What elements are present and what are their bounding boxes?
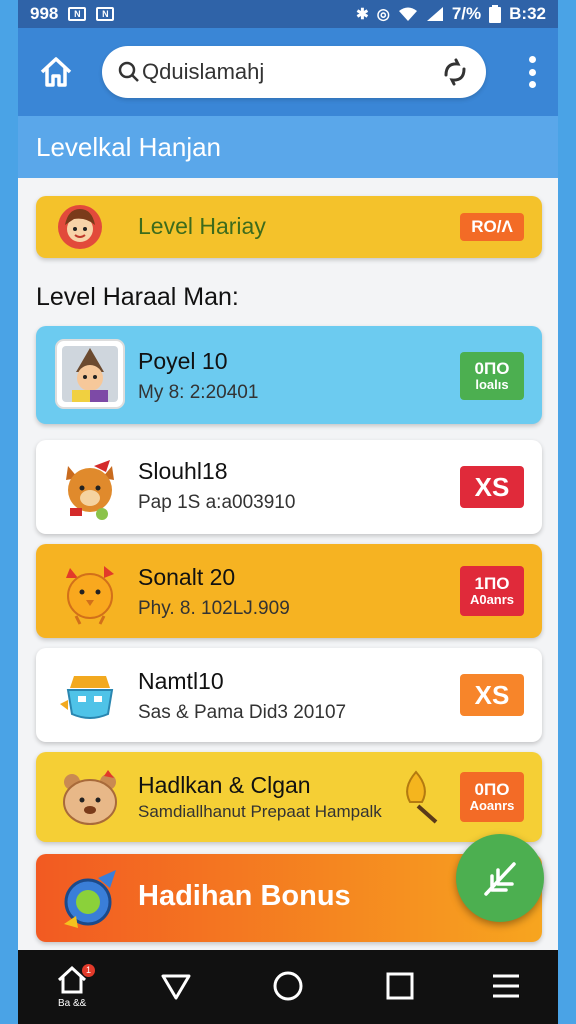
character-avatar-icon [55,339,125,409]
search-icon [118,61,139,82]
section-heading: Level Haraal Man: [36,283,239,311]
badge-line1: 0ΠO [474,780,510,799]
level-item[interactable]: Namtl10 Sas & Pama Did3 20107 XS [36,648,542,742]
item-name: Poyel 10 [138,348,228,374]
featured-level-card[interactable]: Level Hariay RO/Λ [36,196,542,258]
notification-icon: N [96,7,115,21]
medal-icon [64,870,116,928]
badge-line1: XS [474,680,510,710]
bear-icon [63,770,117,825]
sync-icon[interactable] [440,57,470,87]
bluetooth-icon: ✱ [356,6,369,23]
battery-icon [489,5,502,23]
badge-line1: 0ΠO [474,359,510,378]
level-item[interactable]: Poyel 10 My 8: 2:20401 0ΠO loalıs [36,326,542,424]
item-badge: 1ΠO A0anrs [460,566,524,616]
home-icon[interactable] [38,54,74,90]
bottom-nav: 1 Ba && [18,950,558,1024]
status-time: B:32 [509,4,546,23]
wifi-icon [398,7,417,21]
badge-line2: loalıs [475,377,509,392]
recents-icon[interactable] [382,968,418,1004]
item-detail: Samdiallhanut Prepaat Hampalk [138,802,382,821]
badge-line1: XS [474,472,510,502]
level-item[interactable]: Sonalt 20 Phy. 8. 102LJ.909 1ΠO A0anrs [36,544,542,638]
item-detail: Pap 1S a:a003910 [138,492,296,513]
level-list: Level Hariay RO/Λ Level Haraal Man: Poye… [18,178,558,950]
page-title: Levelkal Hanjan [18,116,558,178]
item-badge: 0ΠO loalıs [460,352,524,400]
nav-badge: 1 [82,964,95,977]
search-input[interactable]: Qduislamahj [142,59,440,85]
badge-line2: A0anrs [469,592,515,607]
fox-icon [66,460,114,520]
level-item[interactable]: Slouhl18 Pap 1S a:a003910 XS [36,440,542,534]
status-bar: 998 N N ✱ ◎ 7/% B:32 [18,0,558,28]
featured-badge: RO/Λ [460,213,524,241]
nav-home[interactable]: 1 Ba && [56,964,100,1014]
sync-icon: ◎ [376,6,390,23]
notification-icon: N [68,7,87,21]
robot-icon [60,676,114,719]
chick-icon [66,566,114,625]
signal-icon [426,7,443,21]
menu-icon[interactable] [488,968,524,1004]
home-circle-icon[interactable] [270,968,306,1004]
character-avatar-icon [58,205,102,249]
item-detail: My 8: 2:20401 [138,382,259,403]
item-badge: XS [460,674,524,716]
item-badge: 0ΠO Aoanrs [460,772,524,822]
badge-line1: 1ΠO [474,574,510,593]
battery-percent: 7/% [451,4,482,23]
leaf-icon [484,862,516,896]
item-name: Namtl10 [138,668,224,694]
badge-line2: Aoanrs [469,798,515,813]
more-vert-icon[interactable] [526,56,538,88]
floating-action-button[interactable] [456,834,544,922]
bonus-label: Hadihan Bonus [138,880,351,912]
back-icon[interactable] [158,968,194,1004]
app-bar: Qduislamahj [18,28,558,116]
item-name: Slouhl18 [138,458,228,484]
nav-home-label: Ba && [58,998,87,1009]
item-detail: Phy. 8. 102LJ.909 [138,598,290,619]
status-left-text: 998 [30,4,59,23]
search-bar[interactable]: Qduislamahj [102,46,486,98]
item-detail: Sas & Pama Did3 20107 [138,702,347,723]
item-badge: XS [460,466,524,508]
item-name: Hadlkan & Clgan [138,772,311,798]
lamp-icon [406,770,438,824]
level-item[interactable]: Hadlkan & Clgan Samdiallhanut Prepaat Ha… [36,752,542,842]
item-name: Sonalt 20 [138,564,236,590]
featured-level-label: Level Hariay [138,213,266,239]
